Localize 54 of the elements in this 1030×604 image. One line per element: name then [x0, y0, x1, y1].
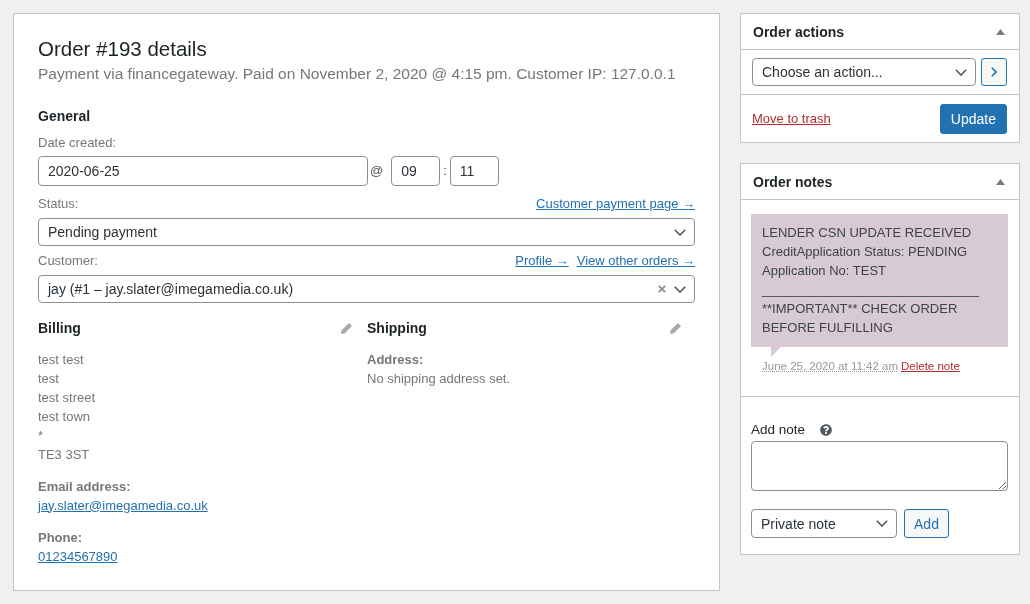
field-label: Customer:	[38, 252, 98, 270]
chevron-right-icon	[991, 67, 997, 77]
chevron-down-icon	[876, 520, 888, 527]
pencil-icon[interactable]	[341, 322, 352, 334]
action-select[interactable]: Choose an action...	[752, 58, 976, 86]
triangle-up-icon[interactable]	[996, 28, 1005, 35]
status-select[interactable]: Pending payment	[38, 218, 695, 246]
panel-title: Order notes	[753, 172, 833, 192]
field-link[interactable]: Customer payment page →	[536, 195, 695, 213]
field-label: Address:	[367, 350, 425, 369]
chevron-down-icon	[955, 68, 967, 76]
date-field[interactable]: 2020-06-25	[38, 156, 368, 186]
trash-link[interactable]: Move to trash	[752, 110, 831, 128]
field-label: Status:	[38, 195, 79, 213]
address-line: test	[38, 369, 60, 388]
payment-info: Payment via financegateway. Paid on November 2, 2020 @ 4:15 pm. Customer IP: 127.0.0.1	[38, 64, 677, 84]
note-date: June 25, 2020 at 11:42 am	[762, 359, 898, 374]
minute-field[interactable]: 11	[449, 156, 499, 186]
contact-link[interactable]: jay.slater@imegamedia.co.uk	[38, 495, 208, 515]
delete-note-link[interactable]: Delete note	[901, 358, 960, 374]
chevron-down-icon	[674, 285, 686, 293]
add-note-label: Add note	[751, 421, 806, 439]
triangle-up-icon[interactable]	[996, 178, 1005, 185]
field-link[interactable]: Profile →	[515, 252, 569, 270]
address-line: TE3 3ST	[38, 445, 91, 464]
section-heading: Billing	[38, 319, 81, 338]
pencil-icon[interactable]	[670, 322, 681, 334]
time-separator: :	[443, 162, 447, 180]
order-title: Order #193 details	[38, 36, 208, 62]
help-icon	[820, 424, 833, 436]
field-link[interactable]: View other orders →	[576, 252, 695, 270]
panel-title: Order actions	[753, 22, 845, 42]
chevron-down-icon	[674, 228, 686, 236]
clear-icon[interactable]	[658, 285, 666, 293]
at-separator: @	[370, 162, 384, 180]
field-label: Email address:	[38, 477, 132, 496]
hour-field[interactable]: 09	[391, 156, 441, 186]
customer-select[interactable]: jay (#1 – jay.slater@imegamedia.co.uk)	[38, 275, 695, 303]
address-line: *	[38, 426, 45, 445]
note-text: LENDER CSN UPDATE RECEIVED CreditApplication Status: PENDING Application No: TEST ______________________________ **IMPORTANT** CHECK ORDER BEFORE FULFILLING	[751, 214, 1008, 357]
add-note-button[interactable]: Add	[904, 509, 949, 538]
section-heading: General	[38, 107, 92, 126]
address-line: test street	[38, 388, 97, 407]
note-input[interactable]	[751, 441, 1008, 491]
field-label: Phone:	[38, 528, 84, 547]
field-label: Date created:	[38, 134, 117, 152]
address-line: test town	[38, 407, 92, 426]
contact-link[interactable]: 01234567890	[38, 546, 118, 566]
address-line: test test	[38, 350, 85, 369]
section-heading: Shipping	[367, 319, 427, 338]
note-type-select[interactable]: Private note	[751, 509, 897, 538]
update-button[interactable]: Update	[939, 104, 1007, 134]
field-value: No shipping address set.	[367, 369, 512, 388]
apply-action-button[interactable]	[981, 58, 1007, 86]
